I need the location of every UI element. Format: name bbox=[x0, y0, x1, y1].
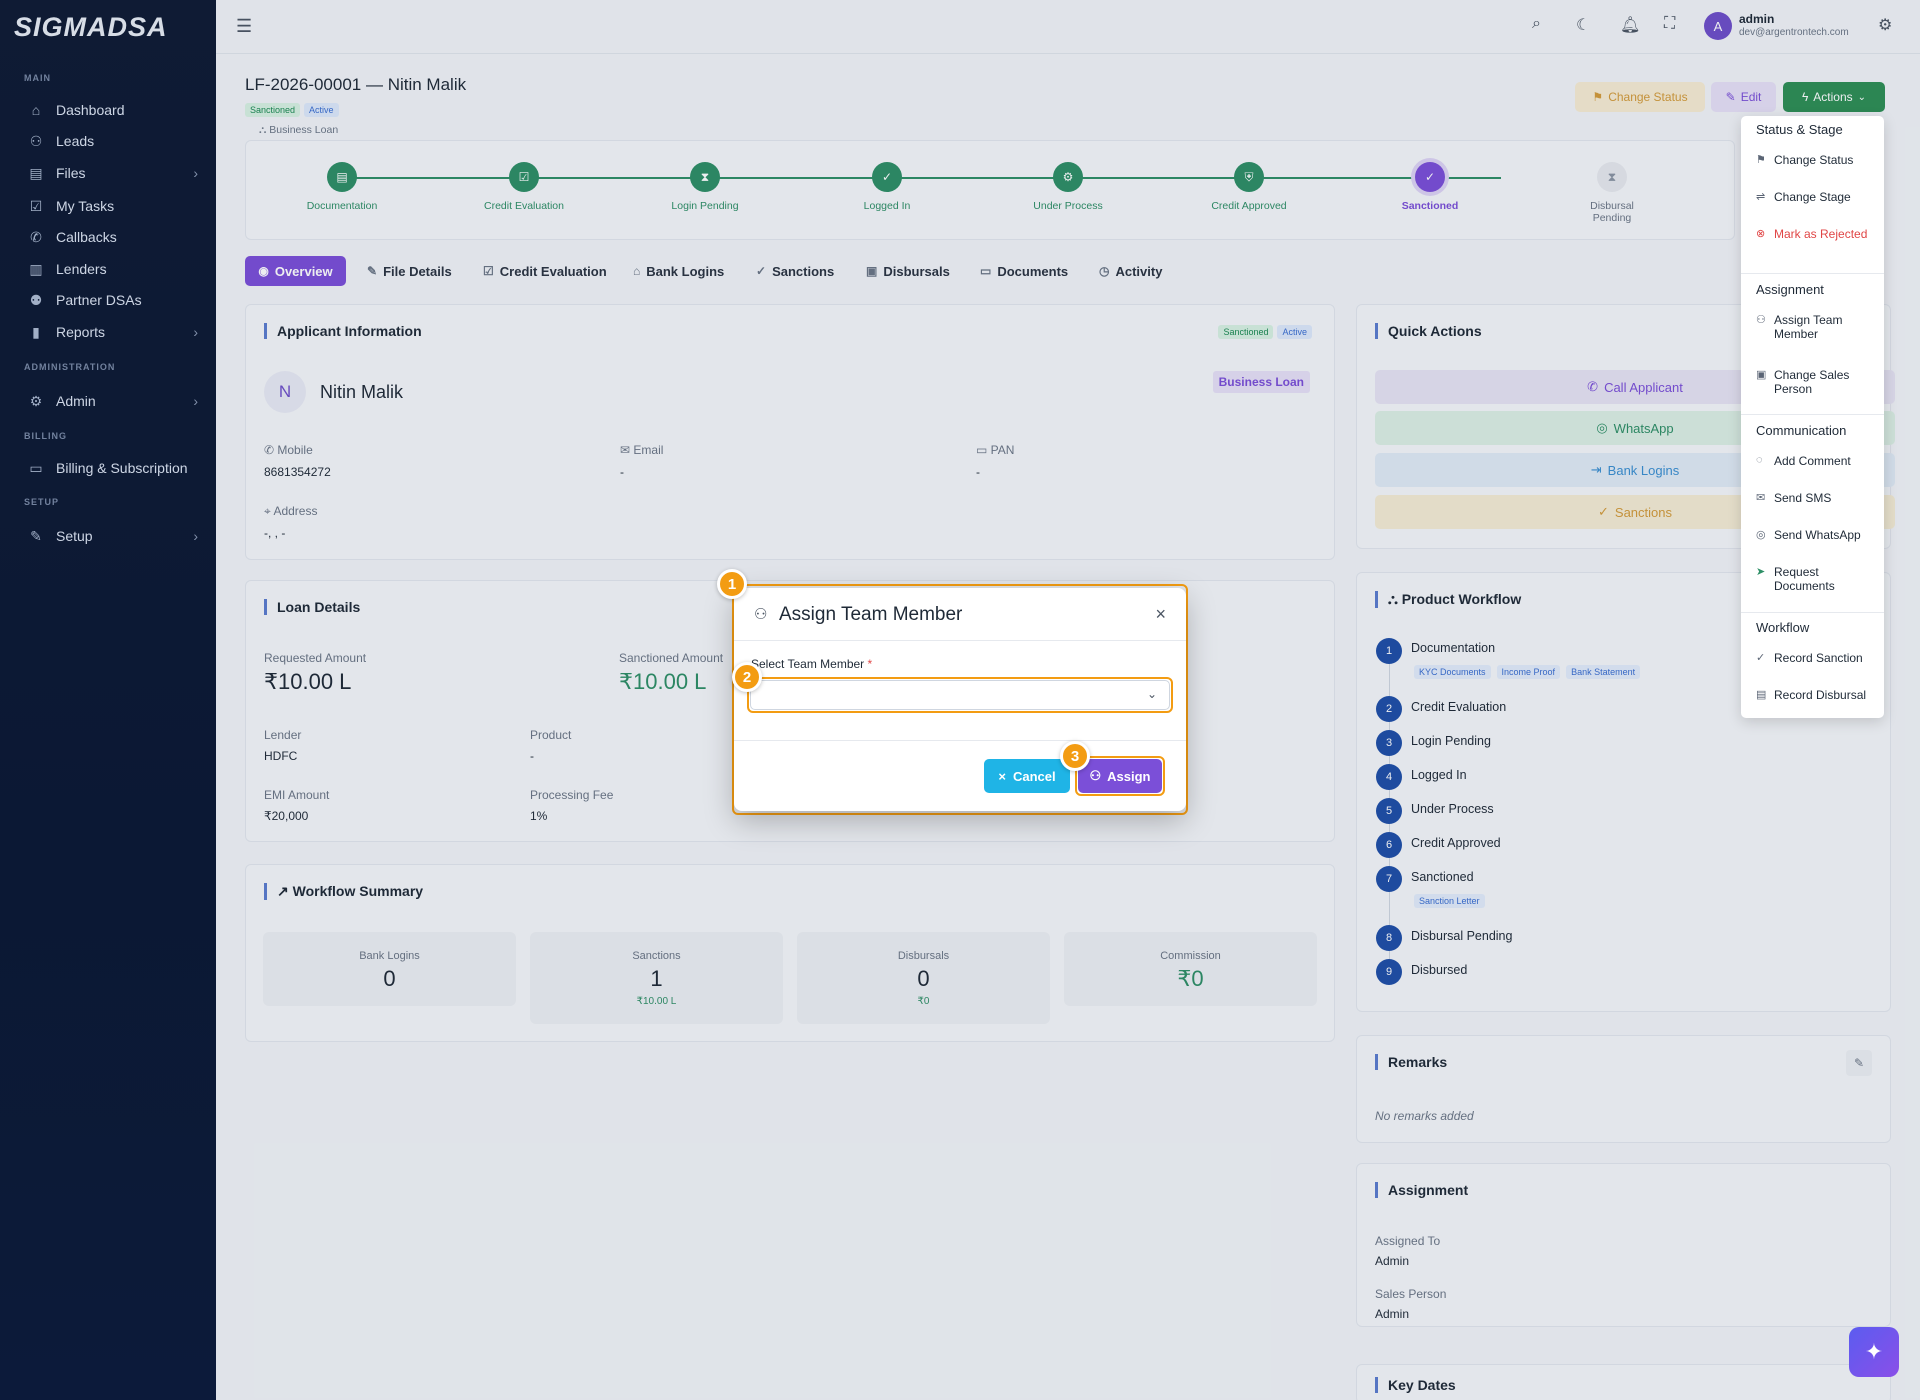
whatsapp-icon: ◎ bbox=[1756, 529, 1766, 541]
step-marker-3: 3 bbox=[1060, 741, 1090, 771]
step-marker-2: 2 bbox=[732, 662, 762, 692]
menu-change-stage[interactable]: ⇌ Change Stage bbox=[1756, 190, 1876, 204]
menu-add-comment[interactable]: ◌ Add Comment bbox=[1756, 454, 1876, 468]
menu-change-status[interactable]: ⚑ Change Status bbox=[1756, 153, 1876, 167]
menu-assign-team-member[interactable]: ⚇ Assign Team Member bbox=[1756, 313, 1876, 341]
ai-assistant-sparkle-icon[interactable]: ✦ bbox=[1849, 1327, 1899, 1377]
user-plus-icon: ⚇ bbox=[754, 606, 768, 623]
cancel-button[interactable]: × Cancel bbox=[984, 759, 1070, 793]
menu-group-status: Status & Stage bbox=[1756, 122, 1843, 137]
menu-change-sales-person[interactable]: ▣ Change Sales Person bbox=[1756, 368, 1876, 396]
menu-divider bbox=[1741, 414, 1884, 415]
modal-title: Assign Team Member bbox=[779, 604, 963, 625]
x-icon: × bbox=[998, 768, 1006, 784]
modal-divider bbox=[734, 740, 1186, 741]
menu-group-workflow: Workflow bbox=[1756, 620, 1810, 635]
modal-divider bbox=[734, 640, 1186, 641]
menu-record-sanction[interactable]: ✓ Record Sanction bbox=[1756, 651, 1876, 665]
close-icon[interactable]: × bbox=[1155, 604, 1166, 625]
signpost-icon: ⇌ bbox=[1756, 191, 1766, 203]
menu-divider bbox=[1741, 273, 1884, 274]
select-highlight bbox=[747, 677, 1173, 713]
menu-divider bbox=[1741, 612, 1884, 613]
menu-send-whatsapp[interactable]: ◎ Send WhatsApp bbox=[1756, 528, 1876, 542]
menu-group-communication: Communication bbox=[1756, 423, 1847, 438]
money-icon: ▤ bbox=[1756, 689, 1767, 701]
comment-icon: ◌ bbox=[1756, 454, 1763, 466]
field-label: Select Team Member * bbox=[751, 657, 873, 671]
mail-icon: ✉ bbox=[1756, 492, 1766, 504]
id-badge-icon: ▣ bbox=[1756, 369, 1767, 381]
menu-send-sms[interactable]: ✉ Send SMS bbox=[1756, 491, 1876, 505]
check-circle-icon: ✓ bbox=[1756, 652, 1766, 664]
menu-request-documents[interactable]: ➤ Request Documents bbox=[1756, 565, 1876, 593]
user-plus-icon: ⚇ bbox=[1756, 314, 1766, 326]
menu-mark-rejected[interactable]: ⊗ Mark as Rejected bbox=[1756, 227, 1876, 241]
actions-menu: Status & Stage ⚑ Change Status ⇌ Change St… bbox=[1741, 116, 1884, 718]
flag-icon: ⚑ bbox=[1756, 154, 1766, 166]
menu-record-disbursal[interactable]: ▤ Record Disbursal bbox=[1756, 688, 1876, 702]
send-icon: ➤ bbox=[1756, 566, 1766, 578]
menu-group-assignment: Assignment bbox=[1756, 282, 1824, 297]
x-circle-icon: ⊗ bbox=[1756, 228, 1766, 240]
step-marker-1: 1 bbox=[717, 569, 747, 599]
